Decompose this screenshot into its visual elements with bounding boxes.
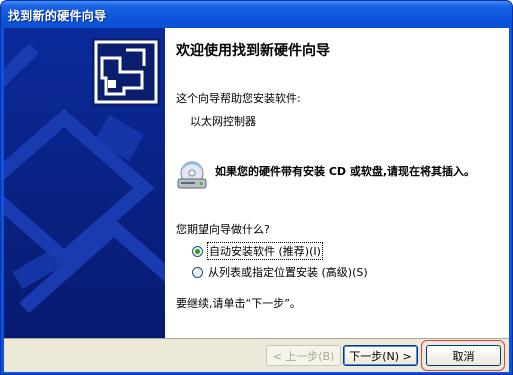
intro-text: 这个向导帮助您安装软件: (176, 92, 301, 105)
manual-install-label[interactable]: 从列表或指定位置安装 (高级)(S) (208, 264, 368, 280)
sidebar-decoration (4, 28, 165, 338)
title-bar[interactable]: 找到新的硬件向导 (1, 1, 512, 28)
button-bar: < 上一步(B) 下一步(N) > 取消 (4, 338, 509, 372)
wizard-heading: 欢迎使用找到新硬件向导 (176, 43, 330, 59)
cd-instruction: 如果您的硬件带有安装 CD 或软盘,请现在将其插入。 (215, 165, 476, 178)
window-title: 找到新的硬件向导 (8, 9, 107, 23)
manual-install-option[interactable]: 从列表或指定位置安装 (高级)(S) (192, 264, 368, 280)
hardware-wizard-icon (92, 38, 160, 106)
next-button[interactable]: 下一步(N) > (343, 345, 418, 366)
question-text: 您期望向导做什么? (176, 223, 270, 236)
auto-install-radio[interactable] (192, 245, 203, 257)
auto-install-label[interactable]: 自动安装软件 (推荐)(I) (207, 242, 323, 260)
device-name: 以太网控制器 (190, 115, 256, 128)
wizard-client-area: 欢迎使用找到新硬件向导 这个向导帮助您安装软件: 以太网控制器 如果您的硬件带有… (4, 28, 509, 372)
cd-drive-icon (177, 161, 207, 189)
continue-text: 要继续,请单击“下一步”。 (176, 297, 301, 310)
back-button[interactable]: < 上一步(B) (266, 345, 341, 366)
wizard-window: 找到新的硬件向导 欢迎使用找到新硬件向导 这个向导帮助您安装软件: 以太网控制器… (0, 0, 513, 375)
auto-install-option[interactable]: 自动安装软件 (推荐)(I) (192, 242, 323, 260)
wizard-sidebar (4, 28, 165, 338)
cancel-button[interactable]: 取消 (426, 345, 501, 366)
manual-install-radio[interactable] (192, 266, 203, 278)
